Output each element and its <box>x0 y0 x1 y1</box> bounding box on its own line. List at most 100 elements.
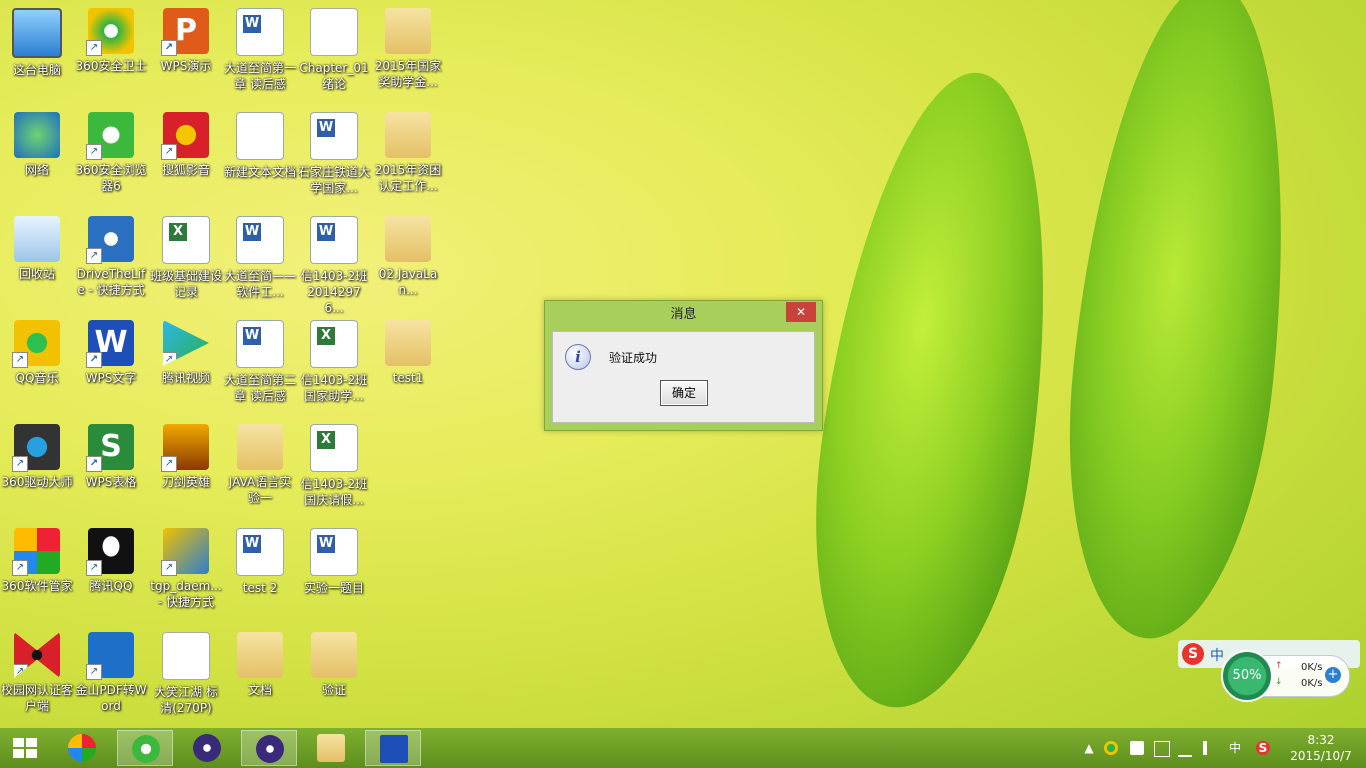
desktop-icon-javalan[interactable]: 02.JavaLan... <box>372 208 444 308</box>
desktop-icon-label: 360安全卫士 <box>75 59 147 73</box>
sogou-icon[interactable]: S <box>1182 643 1204 665</box>
desktop-icon-sjz[interactable]: 石家庄铁道大学国家... <box>298 104 370 204</box>
javalan-icon <box>385 216 431 262</box>
desktop-icon-shiyan1[interactable]: 实验一题目 <box>298 520 370 620</box>
taskbar-eclipse-icon[interactable] <box>179 730 235 766</box>
desktop-icon-label: 新建文本文档 <box>224 165 297 179</box>
desktop-icon-wpsw[interactable]: W ↗ WPS文字 <box>75 312 147 412</box>
desktop-icon-campus[interactable]: ↗ 校园网认证客户端 <box>1 624 73 724</box>
taskbar-360browser-icon[interactable] <box>117 730 173 766</box>
taskbar-wps-writer-icon[interactable] <box>365 730 421 766</box>
taskbar-eclipse2-icon[interactable] <box>241 730 297 766</box>
taskbar-360-icon[interactable] <box>54 730 110 766</box>
desktop-icon-dadao3[interactable]: 大道至简第二章 读后感 <box>224 312 296 412</box>
qqmusic-icon: ↗ <box>12 320 60 368</box>
dadao1-icon <box>236 8 284 56</box>
desktop-icon-360safe[interactable]: ↗ 360安全卫士 <box>75 0 147 100</box>
shortcut-arrow-icon: ↗ <box>12 352 28 368</box>
wpss-icon: S ↗ <box>86 424 134 472</box>
desktop-icon-360browser[interactable]: ↗ 360安全浏览器6 <box>75 104 147 204</box>
desktop-icon-label: 信1403-2班国家助学... <box>300 373 368 403</box>
desktop-icon-qqmusic[interactable]: ↗ QQ音乐 <box>1 312 73 412</box>
desktop-icon-label: 信1403-2班20142976... <box>300 269 368 315</box>
desktop-icon-wpss[interactable]: S ↗ WPS表格 <box>75 416 147 516</box>
tray-flag-icon[interactable] <box>1130 741 1144 755</box>
desktop-icon-360driver[interactable]: ↗ 360驱动大师 <box>1 416 73 516</box>
clock[interactable]: 8:32 2015/10/7 <box>1288 732 1354 764</box>
desktop-icon-network[interactable]: 网络 <box>1 104 73 204</box>
banji-icon <box>162 216 210 264</box>
start-button[interactable] <box>0 728 50 768</box>
desktop-icon-yanzheng[interactable]: 验证 <box>298 624 370 724</box>
desktop-icon-label: 大道至简第一章 读后感 <box>224 61 297 91</box>
desktop-icon-y2015a[interactable]: 2015年国家奖助学金... <box>372 0 444 100</box>
desktop-icon-label: WPS表格 <box>85 475 137 489</box>
memory-gauge[interactable]: 50% <box>1221 650 1273 702</box>
desktop-icon-label: 网络 <box>24 163 49 177</box>
desktop-icon-drivethelife[interactable]: ↗ DriveTheLife - 快捷方式 <box>75 208 147 308</box>
desktop-icon-pc[interactable]: 这台电脑 <box>1 0 73 100</box>
shortcut-arrow-icon: ↗ <box>161 456 177 472</box>
desktop-icon-xin1[interactable]: 信1403-2班20142976... <box>298 208 370 315</box>
tray-chevron-icon[interactable]: ▲ <box>1082 741 1096 755</box>
desktop-icon-newtxt[interactable]: 新建文本文档 <box>224 104 296 204</box>
tray-360-icon[interactable] <box>1104 741 1118 755</box>
desktop-icon-chapter01[interactable]: Chapter_01 绪论 <box>298 0 370 100</box>
desktop-icon-dadao2[interactable]: 大道至简——软件工... <box>224 208 296 308</box>
taskbar-explorer-icon[interactable] <box>303 730 359 766</box>
download-arrow-icon: ↓ <box>1275 677 1283 687</box>
desktop-icon-pdf[interactable]: ↗ 金山PDF转Word <box>75 624 147 724</box>
xin2-icon <box>310 320 358 368</box>
desktop-icon-label: 金山PDF转Word <box>75 683 147 713</box>
close-icon: ✕ <box>795 305 807 319</box>
tray-usb-icon[interactable] <box>1154 741 1170 757</box>
desktop-icon-recycle[interactable]: 回收站 <box>1 208 73 308</box>
daojian-icon: ↗ <box>161 424 209 472</box>
desktop-icon-label: 搜狐影音 <box>161 163 210 177</box>
desktop-icon-xin3[interactable]: 信1403-2班国庆请假... <box>298 416 370 516</box>
desktop-icon-dxjh[interactable]: 大笑江湖 标清(270P) <box>150 624 222 724</box>
desktop-icon-dadao1[interactable]: 大道至简第一章 读后感 <box>224 0 296 100</box>
desktop-icon-java1[interactable]: JAVA语言实验一 <box>224 416 296 516</box>
desktop-icon-qq[interactable]: ↗ 腾讯QQ <box>75 520 147 620</box>
shortcut-arrow-icon: ↗ <box>12 560 28 576</box>
desktop-icon-label: test 2 <box>242 581 278 595</box>
desktop-icon-wpsp[interactable]: P ↗ WPS演示 <box>150 0 222 100</box>
shortcut-arrow-icon: ↗ <box>86 560 102 576</box>
desktop-icon-test1[interactable]: test1 <box>372 312 444 412</box>
drivethelife-icon: ↗ <box>86 216 134 264</box>
desktop-icon-360soft[interactable]: ↗ 360软件管家 <box>1 520 73 620</box>
dialog-body: i 验证成功 确定 <box>552 331 815 423</box>
360soft-icon: ↗ <box>12 528 60 576</box>
360safe-icon: ↗ <box>86 8 134 56</box>
desktop-icon-banji[interactable]: 班级基础建设记录 <box>150 208 222 308</box>
desktop-icon-label: 回收站 <box>18 267 55 281</box>
ime-mode-toggle[interactable]: 中 <box>1210 645 1224 665</box>
desktop-icon-label: 这台电脑 <box>12 63 61 77</box>
desktop-icon-sohu[interactable]: ↗ 搜狐影音 <box>150 104 222 204</box>
add-icon[interactable]: + <box>1325 667 1341 683</box>
tray-network-icon[interactable] <box>1178 741 1192 757</box>
wpsp-icon: P ↗ <box>161 8 209 56</box>
desktop-icon-label: 360驱动大师 <box>1 475 73 489</box>
campus-icon: ↗ <box>14 632 60 678</box>
tray-sogou-icon[interactable]: S <box>1256 741 1270 755</box>
desktop-icon-test2[interactable]: test 2 <box>224 520 296 620</box>
desktop-icon-wendang[interactable]: 文档 <box>224 624 296 724</box>
desktop-icon-y2015b[interactable]: 2015年资困认定工作... <box>372 104 444 204</box>
desktop-icon-tencentvideo[interactable]: ↗ 腾讯视频 <box>150 312 222 412</box>
desktop-icon-tgp[interactable]: ↗ tgp_daem... - 快捷方式 <box>150 520 222 620</box>
ok-button[interactable]: 确定 <box>660 380 708 406</box>
close-button[interactable]: ✕ <box>786 302 816 322</box>
desktop-icon-label: 校园网认证客户端 <box>1 683 74 713</box>
tray-ime-icon[interactable]: 中 <box>1228 741 1242 755</box>
network-speed-widget[interactable]: 50% ↑ 0K/s ↓ 0K/s + <box>1221 650 1350 702</box>
desktop-icon-daojian[interactable]: ↗ 刀剑英雄 <box>150 416 222 516</box>
shortcut-arrow-icon: ↗ <box>161 560 177 576</box>
desktop-icon-label: JAVA语言实验一 <box>228 475 292 505</box>
desktop-icon-xin2[interactable]: 信1403-2班国家助学... <box>298 312 370 412</box>
tgp-icon: ↗ <box>161 528 209 576</box>
shortcut-arrow-icon: ↗ <box>86 352 102 368</box>
tray-volume-icon[interactable] <box>1203 741 1221 755</box>
dialog-titlebar[interactable]: 消息 ✕ <box>545 301 822 329</box>
